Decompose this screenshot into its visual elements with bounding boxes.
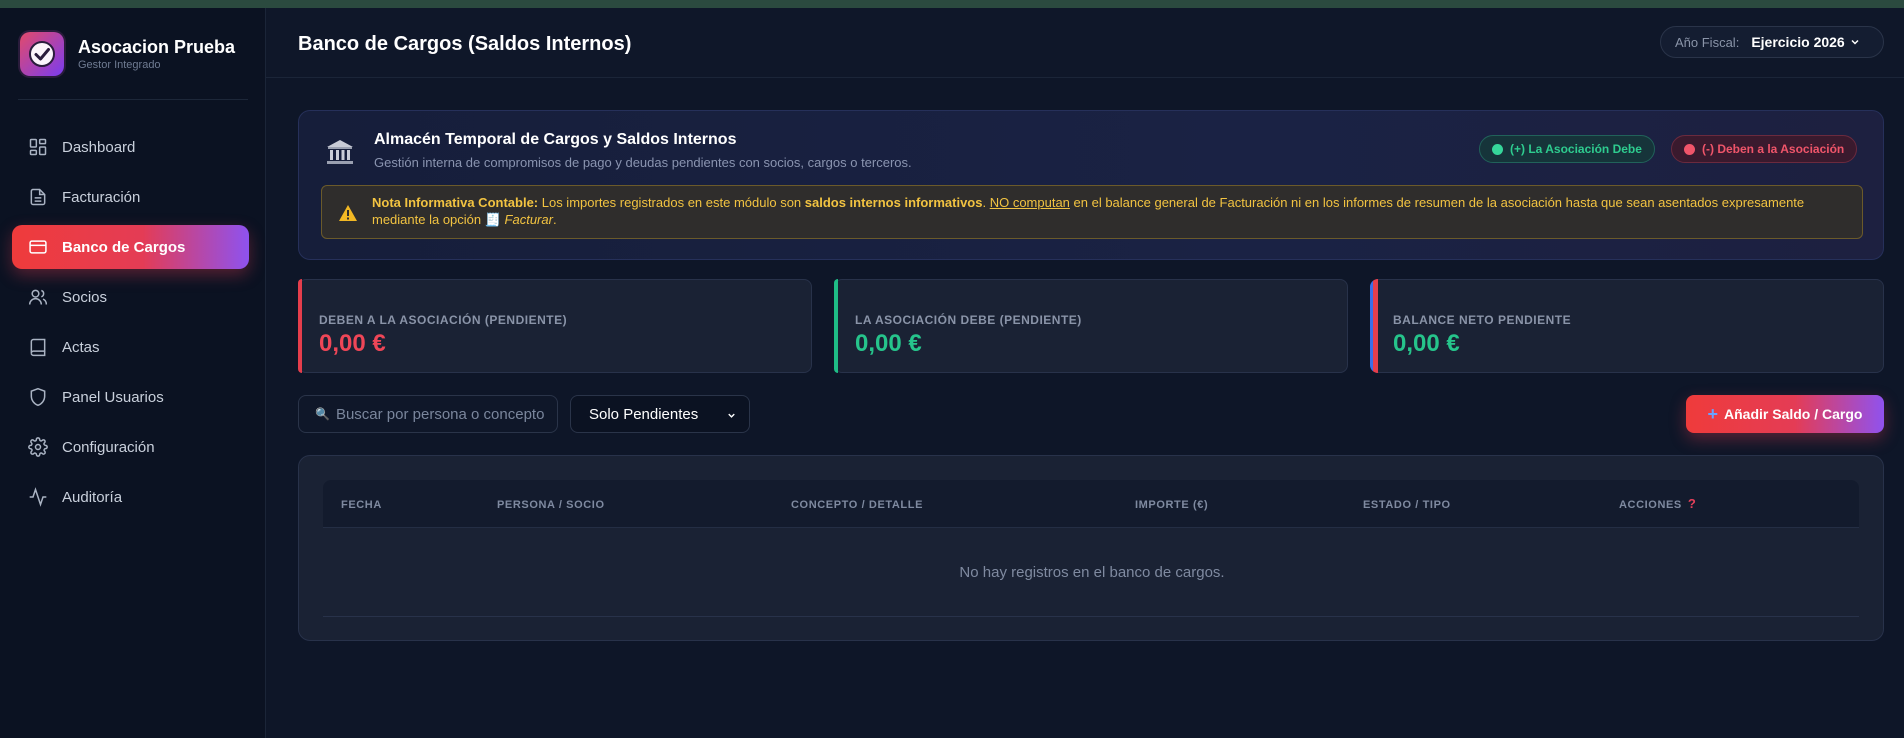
sidebar-item-panel-usuarios[interactable]: Panel Usuarios xyxy=(12,375,249,419)
column-header-persona[interactable]: PERSONA / SOCIO xyxy=(497,499,605,511)
sidebar-item-label: Socios xyxy=(62,288,108,306)
brand-title: Asocacion Prueba xyxy=(78,37,236,57)
warning-icon xyxy=(338,204,358,226)
fiscal-year-selector[interactable]: Año Fiscal: Ejercicio 2026 xyxy=(1660,26,1884,58)
column-header-estado[interactable]: ESTADO / TIPO xyxy=(1363,499,1451,511)
add-charge-button[interactable]: + Añadir Saldo / Cargo xyxy=(1686,395,1884,433)
sidebar-item-label: Configuración xyxy=(62,438,155,456)
plus-icon: + xyxy=(1707,403,1719,424)
brand[interactable]: Asocacion Prueba Gestor Integrado xyxy=(20,32,235,76)
page-header: Banco de Cargos (Saldos Internos) Año Fi… xyxy=(266,8,1904,78)
stat-label: BALANCE NETO PENDIENTE xyxy=(1393,313,1572,327)
column-header-concepto[interactable]: CONCEPTO / DETALLE xyxy=(791,499,923,511)
brand-subtitle: Gestor Integrado xyxy=(78,59,161,71)
column-header-fecha[interactable]: FECHA xyxy=(341,499,382,511)
note-italic: Facturar xyxy=(500,212,553,227)
column-header-acciones-wrap: ACCIONES? xyxy=(1619,496,1696,511)
info-description: Gestión interna de compromisos de pago y… xyxy=(374,155,912,170)
note-underline: NO computan xyxy=(989,195,1070,210)
accounting-note: Nota Informativa Contable: Los importes … xyxy=(321,185,1863,239)
stat-card-association-owes: LA ASOCIACIÓN DEBE (PENDIENTE) 0,00 € xyxy=(834,279,1348,373)
legend-negative-label: (-) Deben a la Asociación xyxy=(1702,142,1845,156)
stat-label: LA ASOCIACIÓN DEBE (PENDIENTE) xyxy=(855,313,1082,327)
shield-icon xyxy=(30,387,46,407)
table-divider xyxy=(323,616,1859,617)
stat-value: 0,00 € xyxy=(319,330,386,357)
stat-value: 0,00 € xyxy=(1393,330,1460,357)
chevron-down-icon xyxy=(728,413,735,418)
note-text: . xyxy=(552,212,557,227)
sidebar-item-banco-de-cargos[interactable]: Banco de Cargos xyxy=(12,225,249,269)
note-lead: Nota Informativa Contable: xyxy=(372,195,539,210)
red-dot-icon xyxy=(1684,143,1695,155)
stat-card-net-balance: BALANCE NETO PENDIENTE 0,00 € xyxy=(1370,279,1884,373)
document-icon xyxy=(30,188,46,206)
sidebar-item-configuracion[interactable]: Configuración xyxy=(12,425,249,469)
stat-value: 0,00 € xyxy=(855,330,922,357)
sidebar-item-actas[interactable]: Actas xyxy=(12,325,249,369)
sidebar-item-socios[interactable]: Socios xyxy=(12,275,249,319)
sidebar-divider xyxy=(18,99,248,100)
sidebar-item-label: Banco de Cargos xyxy=(62,238,186,256)
legend-positive-badge: (+) La Asociación Debe xyxy=(1479,135,1655,163)
note-text: . xyxy=(982,195,990,210)
sidebar-item-label: Facturación xyxy=(62,188,141,206)
users-icon xyxy=(28,289,48,305)
stat-card-owed-to-association: DEBEN A LA ASOCIACIÓN (PENDIENTE) 0,00 € xyxy=(298,279,812,373)
sidebar-item-label: Panel Usuarios xyxy=(62,388,164,406)
empty-state-message: No hay registros en el banco de cargos. xyxy=(959,564,1225,581)
note-text: Los importes registrados en este módulo … xyxy=(538,195,805,210)
gear-icon xyxy=(28,437,48,457)
top-strip xyxy=(0,0,1904,8)
sidebar-nav: Dashboard Facturación Banco de Cargos So… xyxy=(12,125,249,525)
logo-icon xyxy=(20,32,64,76)
book-icon xyxy=(30,338,46,357)
stat-accent-bar xyxy=(834,279,838,373)
stat-label: DEBEN A LA ASOCIACIÓN (PENDIENTE) xyxy=(319,313,568,327)
search-box[interactable]: 🔍 xyxy=(298,395,558,433)
sidebar-item-label: Auditoría xyxy=(62,488,123,506)
stat-accent-bar xyxy=(1370,279,1378,373)
status-filter-value: Solo Pendientes xyxy=(589,405,699,423)
info-panel: Almacén Temporal de Cargos y Saldos Inte… xyxy=(298,110,1884,260)
page-title: Banco de Cargos (Saldos Internos) xyxy=(298,33,632,55)
sidebar-item-dashboard[interactable]: Dashboard xyxy=(12,125,249,169)
stat-accent-bar xyxy=(298,279,302,373)
dashboard-icon xyxy=(29,138,47,156)
charges-table: FECHA PERSONA / SOCIO CONCEPTO / DETALLE… xyxy=(298,455,1884,641)
help-icon[interactable]: ? xyxy=(1688,496,1697,511)
search-input[interactable] xyxy=(335,405,546,423)
sidebar-item-facturacion[interactable]: Facturación xyxy=(12,175,249,219)
green-dot-icon xyxy=(1492,143,1503,155)
legend-positive-label: (+) La Asociación Debe xyxy=(1510,142,1642,156)
note-bold: saldos internos informativos xyxy=(804,195,983,210)
bank-icon xyxy=(325,137,355,172)
sidebar-item-auditoria[interactable]: Auditoría xyxy=(12,475,249,519)
column-header-acciones[interactable]: ACCIONES xyxy=(1619,499,1682,511)
fiscal-year-label: Año Fiscal: xyxy=(1675,34,1740,50)
sidebar: Asocacion Prueba Gestor Integrado Dashbo… xyxy=(0,8,266,738)
chevron-down-icon xyxy=(1851,39,1859,45)
invoice-icon: 🧾 xyxy=(484,212,501,227)
activity-icon xyxy=(29,487,47,507)
card-icon xyxy=(29,240,47,254)
column-header-importe[interactable]: IMPORTE (€) xyxy=(1135,499,1208,511)
info-title: Almacén Temporal de Cargos y Saldos Inte… xyxy=(374,131,737,148)
sidebar-item-label: Dashboard xyxy=(62,138,136,156)
sidebar-item-label: Actas xyxy=(62,338,100,356)
fiscal-year-value: Ejercicio 2026 xyxy=(1751,34,1845,50)
add-charge-label: Añadir Saldo / Cargo xyxy=(1724,406,1863,422)
status-filter-select[interactable]: Solo Pendientes xyxy=(570,395,750,433)
search-icon: 🔍 xyxy=(315,407,330,421)
legend-negative-badge: (-) Deben a la Asociación xyxy=(1671,135,1858,163)
table-header: FECHA PERSONA / SOCIO CONCEPTO / DETALLE… xyxy=(323,480,1859,528)
